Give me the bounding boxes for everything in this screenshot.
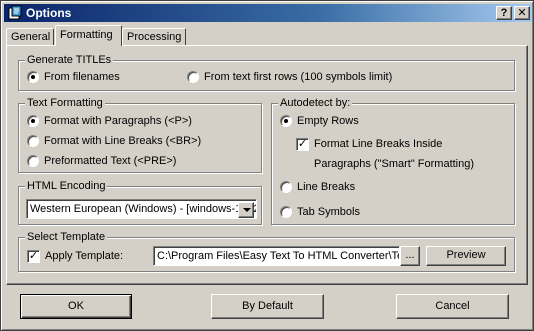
radio-indicator <box>27 71 39 83</box>
group-legend: Generate TITLEs <box>25 53 114 67</box>
preview-button[interactable]: Preview <box>426 246 506 266</box>
option-label: From filenames <box>44 71 120 83</box>
checkmark-icon: ✓ <box>27 249 40 263</box>
tab-processing[interactable]: Processing <box>122 28 186 46</box>
radio-indicator <box>280 115 292 127</box>
tab-formatting[interactable]: Formatting <box>55 25 122 46</box>
radio-indicator <box>27 135 39 147</box>
html-encoding-group: HTML Encoding Western European (Windows)… <box>18 179 262 225</box>
group-legend: Select Template <box>25 230 108 244</box>
close-button[interactable]: ✕ <box>514 6 530 20</box>
group-legend: Text Formatting <box>25 96 105 110</box>
line-breaks-radio[interactable]: Line Breaks <box>280 179 355 195</box>
generate-titles-group: Generate TITLEs From filenames From text… <box>18 53 515 91</box>
window-title: Options <box>26 6 72 20</box>
ok-button[interactable]: OK <box>20 294 132 319</box>
line-breaks-format-radio[interactable]: Format with Line Breaks (<BR>) <box>27 133 201 149</box>
option-label: From text first rows (100 symbols limit) <box>204 71 393 83</box>
browse-button[interactable]: ... <box>400 246 420 266</box>
from-filenames-radio[interactable]: From filenames <box>27 69 120 85</box>
radio-indicator <box>187 71 199 83</box>
title-bar[interactable]: Options ? ✕ <box>4 4 532 22</box>
option-label: Line Breaks <box>297 181 356 193</box>
radio-indicator <box>280 181 292 193</box>
autodetect-group: Autodetect by: Empty Rows ✓ Format Line … <box>271 96 515 225</box>
checkmark-icon: ✓ <box>296 137 309 151</box>
radio-indicator <box>280 206 292 218</box>
text-formatting-group: Text Formatting Format with Paragraphs (… <box>18 96 262 173</box>
encoding-select[interactable]: Western European (Windows) - [windows-12… <box>26 199 257 219</box>
apply-template-checkbox[interactable]: ✓ Apply Template: <box>27 248 123 264</box>
encoding-value: Western European (Windows) - [windows-12… <box>30 203 257 215</box>
radio-indicator <box>27 155 39 167</box>
cancel-button[interactable]: Cancel <box>396 294 509 319</box>
template-path-input[interactable]: C:\Program Files\Easy Text To HTML Conve… <box>153 246 400 266</box>
preformatted-radio[interactable]: Preformatted Text (<PRE>) <box>27 153 176 169</box>
chevron-down-icon[interactable] <box>238 202 254 218</box>
app-icon <box>8 5 22 20</box>
option-label: Empty Rows <box>297 115 359 127</box>
option-label: Apply Template: <box>45 250 124 262</box>
option-label: Tab Symbols <box>297 206 360 218</box>
by-default-button[interactable]: By Default <box>211 294 324 319</box>
formatting-panel: Generate TITLEs From filenames From text… <box>6 45 528 285</box>
option-label: Format with Paragraphs (<P>) <box>44 115 192 127</box>
tab-symbols-radio[interactable]: Tab Symbols <box>280 204 360 220</box>
options-dialog: Options ? ✕ General Formatting Processin… <box>0 0 534 331</box>
select-template-group: Select Template ✓ Apply Template: C:\Pro… <box>18 230 515 272</box>
from-text-rows-radio[interactable]: From text first rows (100 symbols limit) <box>187 69 392 85</box>
format-line-breaks-label-2: Paragraphs ("Smart" Formatting) <box>314 158 475 170</box>
radio-indicator <box>27 115 39 127</box>
help-button[interactable]: ? <box>496 6 512 20</box>
paragraphs-radio[interactable]: Format with Paragraphs (<P>) <box>27 113 192 129</box>
group-legend: HTML Encoding <box>25 179 108 193</box>
group-legend: Autodetect by: <box>278 96 353 110</box>
option-label: Format with Line Breaks (<BR>) <box>44 135 202 147</box>
format-line-breaks-checkbox[interactable]: ✓ Format Line Breaks Inside <box>296 136 442 152</box>
tab-general[interactable]: General <box>6 28 54 46</box>
empty-rows-radio[interactable]: Empty Rows <box>280 113 359 129</box>
option-label: Format Line Breaks Inside <box>314 138 443 150</box>
option-label: Preformatted Text (<PRE>) <box>44 155 177 167</box>
